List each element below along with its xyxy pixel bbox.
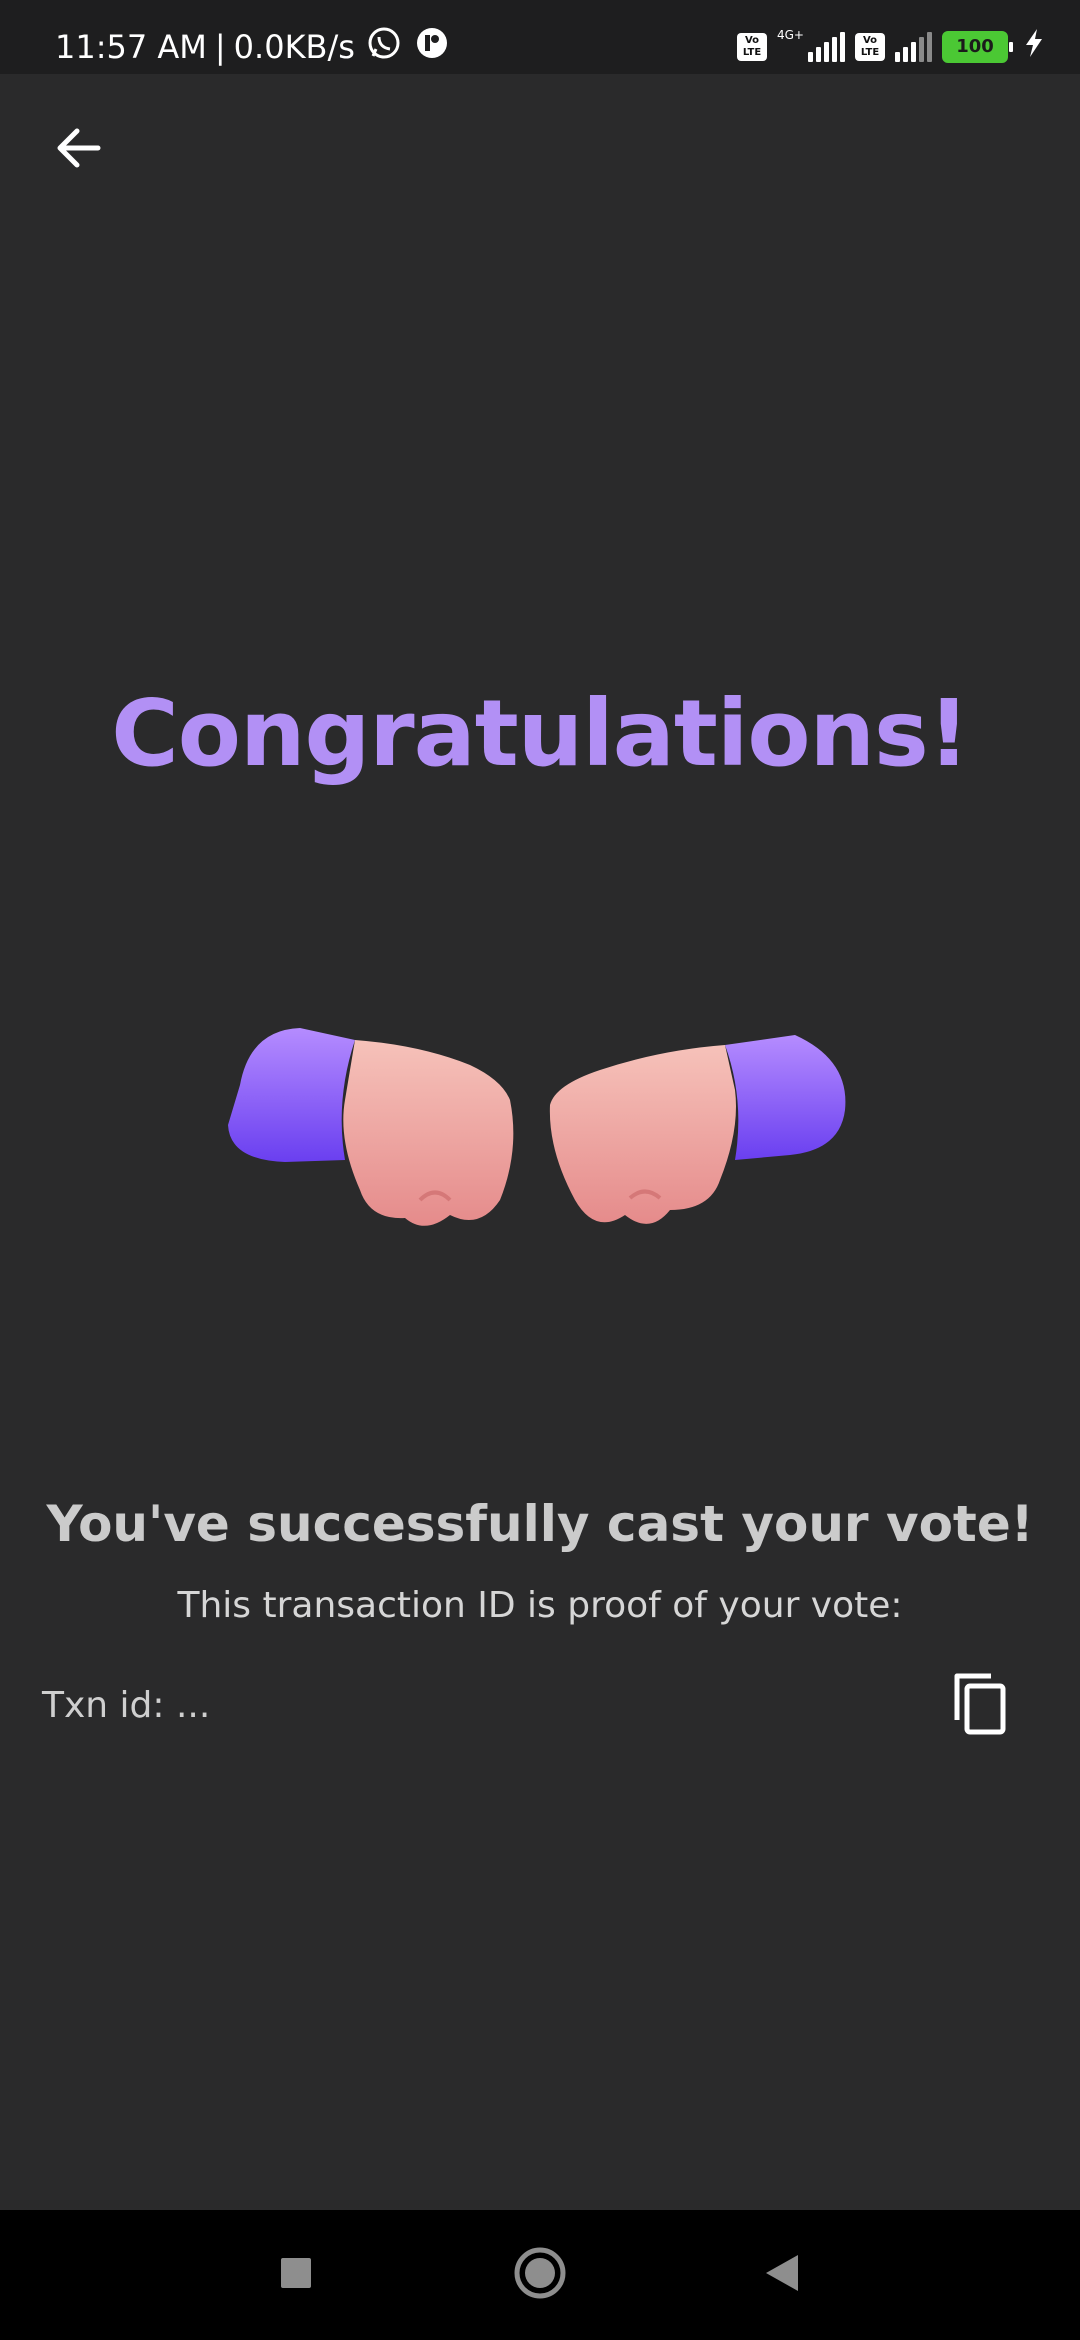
copy-button[interactable] [948, 1670, 1012, 1740]
status-right: Vo LTE 4G+ Vo LTE 100 [737, 28, 1044, 65]
txn-id-label: Txn id: ... [42, 1684, 211, 1726]
volte-icon: Vo LTE [855, 32, 885, 61]
fist-bump-icon [220, 1010, 860, 1270]
status-separator: | [214, 28, 226, 66]
status-time: 11:57 AM [55, 28, 207, 66]
nav-bar [0, 2210, 1080, 2340]
charging-icon [1024, 28, 1044, 65]
status-left: 11:57 AM | 0.0KB/s [55, 0, 449, 94]
whatsapp-icon [367, 26, 401, 68]
battery-icon: 100 [942, 30, 1013, 63]
recents-button[interactable] [236, 2210, 356, 2340]
back-triangle-icon [764, 2253, 800, 2297]
signal-4g-icon [808, 31, 845, 62]
volte-icon: Vo LTE [737, 32, 767, 61]
back-button[interactable] [48, 120, 108, 180]
status-net-speed: 0.0KB/s [233, 28, 355, 66]
subtitle: This transaction ID is proof of your vot… [177, 1585, 903, 1626]
signal-icon [895, 31, 932, 62]
home-circle-icon [513, 2246, 567, 2304]
home-button[interactable] [480, 2210, 600, 2340]
page-title: Congratulations! [111, 680, 970, 787]
success-title: You've successfully cast your vote! [46, 1495, 1034, 1553]
system-back-button[interactable] [722, 2210, 842, 2340]
network-type-label: 4G+ [777, 27, 804, 42]
app-notification-icon [415, 26, 449, 68]
copy-icon [951, 1670, 1009, 1740]
txn-row: Txn id: ... [42, 1670, 1012, 1740]
arrow-left-icon [52, 122, 104, 178]
status-bar: 11:57 AM | 0.0KB/s Vo LTE 4G+ Vo LTE 100 [0, 0, 1080, 74]
recents-square-icon [279, 2256, 313, 2294]
